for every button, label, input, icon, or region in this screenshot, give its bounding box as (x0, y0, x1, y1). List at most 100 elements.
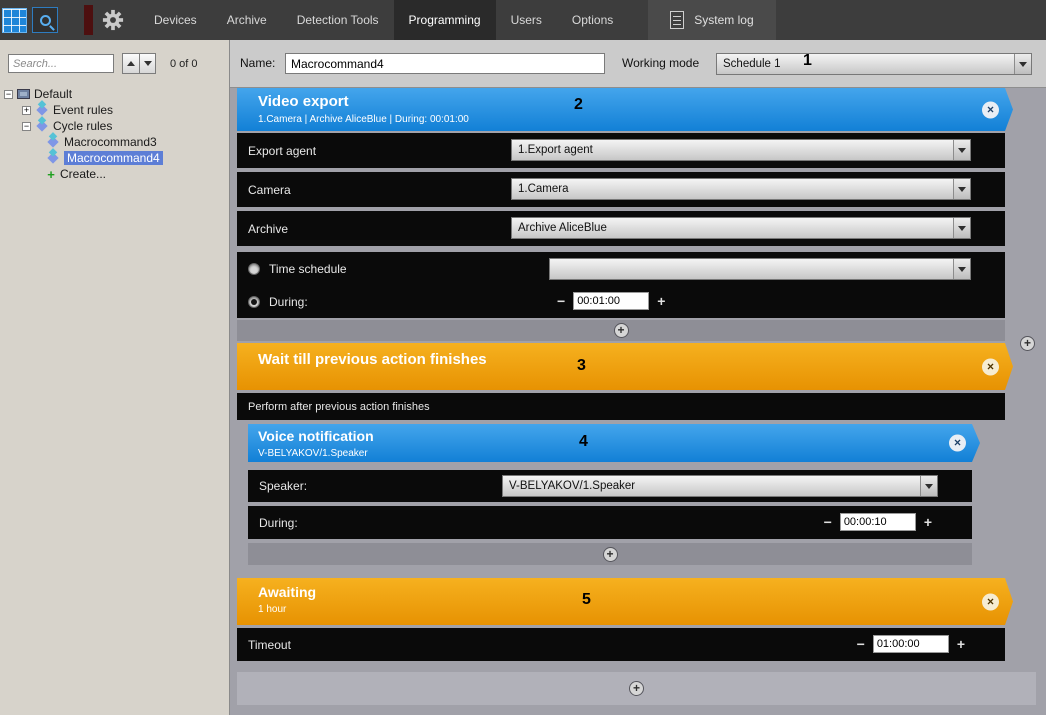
collapse-toggle[interactable]: − (4, 90, 13, 99)
chevron-down-icon[interactable] (953, 259, 970, 279)
settings-button[interactable] (101, 8, 125, 32)
tree-item-label: Event rules (53, 103, 113, 117)
add-action-button[interactable]: + (603, 547, 618, 562)
plus-button[interactable]: + (957, 637, 965, 651)
selected-value: 1.Camera (518, 183, 569, 195)
name-label: Name: (240, 56, 275, 70)
wait-header: Wait till previous action finishes × (237, 343, 1013, 390)
search-next-button[interactable] (139, 54, 155, 73)
selected-value: 1.Export agent (518, 144, 593, 156)
during-radio[interactable] (248, 296, 260, 308)
minus-button[interactable]: − (557, 294, 565, 308)
archive-select[interactable]: Archive AliceBlue (511, 217, 971, 239)
camera-select[interactable]: 1.Camera (511, 178, 971, 200)
macro-editor: Name: Working mode Schedule 1 Video expo… (230, 40, 1046, 715)
close-button[interactable]: × (949, 435, 966, 452)
timeout-input[interactable] (873, 635, 949, 653)
chevron-down-icon[interactable] (920, 476, 937, 496)
archive-row: Archive Archive AliceBlue (237, 211, 1005, 246)
export-agent-row: Export agent 1.Export agent (237, 133, 1005, 168)
selected-value: V-BELYAKOV/1.Speaker (509, 480, 635, 492)
plus-button[interactable]: + (924, 515, 932, 529)
tab-archive[interactable]: Archive (212, 0, 282, 40)
block-subtitle: V-BELYAKOV/1.Speaker (258, 448, 980, 459)
tree-item-label: Default (34, 87, 72, 101)
close-button[interactable]: × (982, 101, 999, 118)
close-button[interactable]: × (982, 358, 999, 375)
chevron-down-icon[interactable] (953, 179, 970, 199)
time-schedule-select[interactable] (549, 258, 971, 280)
close-button[interactable]: × (982, 593, 999, 610)
add-icon: + (46, 167, 56, 182)
tab-programming[interactable]: Programming (394, 0, 496, 40)
tree-item-label: Create... (60, 167, 106, 181)
tree-item-default[interactable]: − Default (0, 86, 229, 102)
expand-toggle[interactable]: + (22, 106, 31, 115)
app-grid-icon[interactable] (2, 8, 27, 33)
collapse-toggle[interactable]: − (22, 122, 31, 131)
macro-name-input[interactable] (285, 53, 605, 74)
field-label: During: (259, 516, 298, 530)
field-label: Export agent (248, 144, 316, 158)
tree-item-label: Macrocommand3 (64, 135, 157, 149)
minus-button[interactable]: − (824, 515, 832, 529)
timeout-stepper: − + (857, 635, 965, 653)
block-title: Video export (258, 93, 1013, 110)
selected-value: Archive AliceBlue (518, 222, 607, 234)
tree-item-create[interactable]: + Create... (0, 166, 229, 182)
macro-tree-sidebar: 0 of 0 − Default + Event rules − Cycle r… (0, 40, 230, 715)
voice-during-input[interactable] (840, 513, 916, 531)
add-block-side-button[interactable]: + (1020, 336, 1035, 351)
chevron-down-icon[interactable] (953, 140, 970, 160)
chevron-down-icon[interactable] (953, 218, 970, 238)
annotation-3: 3 (577, 357, 586, 375)
annotation-2: 2 (574, 96, 583, 114)
add-action-button[interactable]: + (614, 323, 629, 338)
tree-item-event-rules[interactable]: + Event rules (0, 102, 229, 118)
annotation-5: 5 (582, 591, 591, 609)
rules-icon (36, 120, 47, 131)
top-bar: Devices Archive Detection Tools Programm… (0, 0, 1046, 40)
chevron-down-icon (144, 61, 152, 66)
add-action-button[interactable]: + (629, 681, 644, 696)
rules-icon (36, 104, 47, 115)
tree-item-label: Cycle rules (53, 119, 112, 133)
tree-item-label-selected: Macrocommand4 (64, 151, 163, 165)
block-title: Voice notification (258, 428, 980, 444)
voice-during-stepper: − + (824, 513, 932, 531)
duration-options-row: Time schedule During: − + (237, 252, 1005, 318)
document-icon (670, 11, 684, 29)
tree-search-row: 0 of 0 (0, 40, 229, 80)
macro-name-strip: Name: Working mode Schedule 1 (230, 40, 1046, 88)
during-input[interactable] (573, 292, 649, 310)
minus-button[interactable]: − (857, 637, 865, 651)
field-label: Archive (248, 222, 288, 236)
plus-button[interactable]: + (657, 294, 665, 308)
block-title: Awaiting (258, 584, 1013, 600)
search-prev-button[interactable] (123, 54, 139, 73)
tab-devices[interactable]: Devices (139, 0, 212, 40)
tab-users[interactable]: Users (496, 0, 557, 40)
search-counter: 0 of 0 (170, 58, 198, 70)
export-agent-select[interactable]: 1.Export agent (511, 139, 971, 161)
tab-options[interactable]: Options (557, 0, 628, 40)
working-mode-select[interactable]: Schedule 1 (716, 53, 1032, 75)
tree-item-macrocommand3[interactable]: Macrocommand3 (0, 134, 229, 150)
system-log-button[interactable]: System log (648, 0, 775, 40)
field-label: Camera (248, 183, 291, 197)
add-action-row: + (237, 320, 1005, 341)
voice-notification-header: Voice notification V-BELYAKOV/1.Speaker … (248, 424, 980, 462)
computer-icon (17, 89, 30, 99)
video-export-header: Video export 1.Camera | Archive AliceBlu… (237, 88, 1013, 131)
chevron-down-icon[interactable] (1014, 54, 1031, 74)
add-action-row: + (248, 543, 972, 565)
main-tabs: Devices Archive Detection Tools Programm… (139, 0, 628, 40)
speaker-select[interactable]: V-BELYAKOV/1.Speaker (502, 475, 938, 497)
search-input[interactable] (8, 54, 114, 73)
tab-detection-tools[interactable]: Detection Tools (282, 0, 394, 40)
awaiting-header: Awaiting 1 hour × (237, 578, 1013, 625)
tree-item-macrocommand4[interactable]: Macrocommand4 (0, 150, 229, 166)
tree-item-cycle-rules[interactable]: − Cycle rules (0, 118, 229, 134)
time-schedule-radio[interactable] (248, 263, 260, 275)
search-panel-button[interactable] (32, 7, 58, 33)
